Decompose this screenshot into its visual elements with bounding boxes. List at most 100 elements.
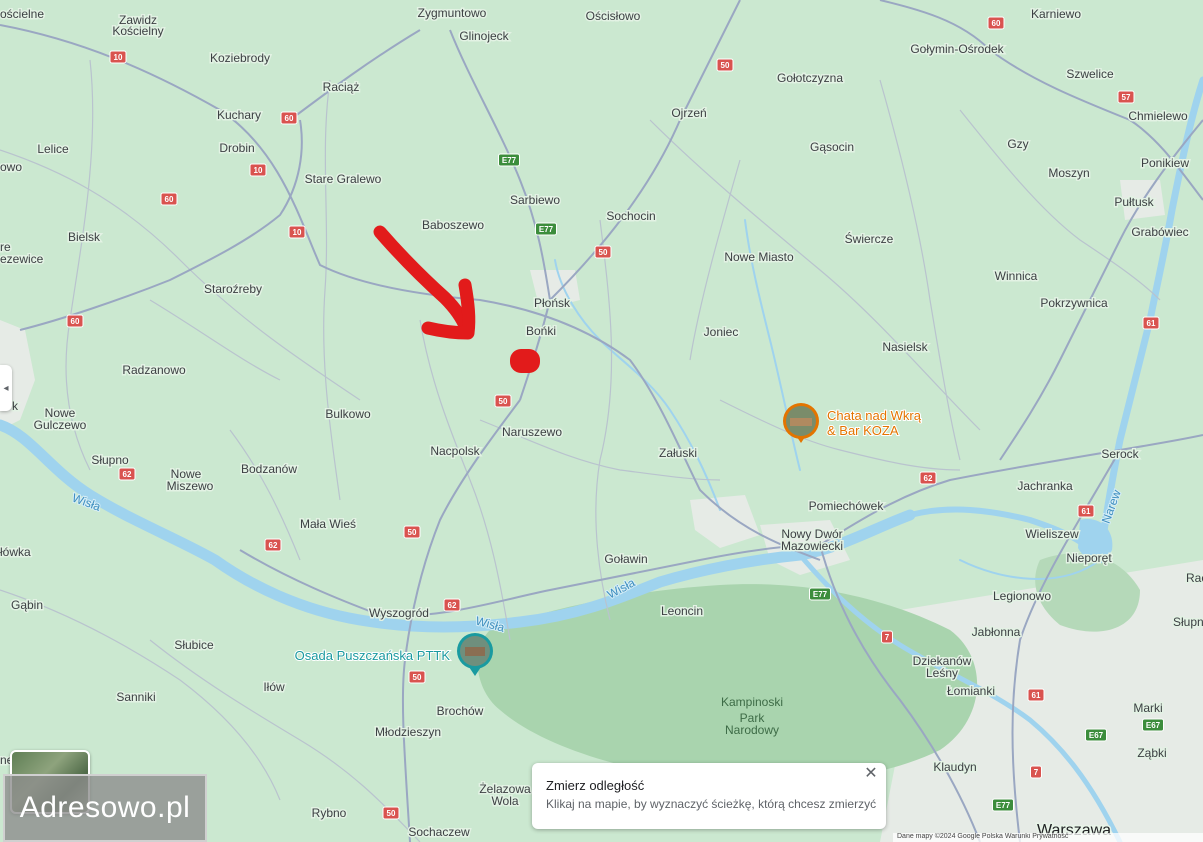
place-label-baboszewo[interactable]: Baboszewo (420, 217, 485, 234)
place-label-pokrzywnica[interactable]: Pokrzywnica (1039, 295, 1110, 312)
place-label-jablonna[interactable]: Jabłonna (970, 624, 1022, 641)
place-label-kuchary[interactable]: Kuchary (215, 107, 262, 124)
chevron-left-icon: ◂ (3, 382, 9, 394)
poi-chata-label-line2[interactable]: & Bar KOZA (826, 422, 900, 439)
road-shield-e2: E77 (535, 222, 557, 236)
place-label-slupn[interactable]: Słupn (1172, 614, 1203, 631)
place-label-klaudyn[interactable]: Klaudyn (932, 759, 978, 776)
road-shield-label: 50 (721, 61, 730, 70)
place-label-grabowiec[interactable]: Grabówiec (1130, 224, 1190, 241)
place-label-zelazowa2[interactable]: Wola (490, 793, 520, 810)
place-label-zabki[interactable]: Ząbki (1136, 745, 1168, 762)
place-label-nieporet[interactable]: Nieporęt (1065, 550, 1114, 567)
place-label-gasocin[interactable]: Gąsocin (808, 139, 855, 156)
place-label-starozreby[interactable]: Staroźreby (202, 281, 263, 298)
place-label-raciaz[interactable]: Raciąż (321, 79, 361, 96)
place-label-radzanowo[interactable]: Radzanowo (121, 362, 188, 379)
road-shield-label: 62 (448, 601, 457, 610)
place-label-nowy_dwor2[interactable]: Mazowiecki (779, 538, 844, 555)
place-label-re[interactable]: re (0, 239, 12, 256)
place-label-drobin[interactable]: Drobin (218, 140, 256, 157)
place-label-bonki[interactable]: Bońki (524, 323, 557, 340)
place-label-serock[interactable]: Serock (1100, 446, 1141, 463)
place-label-koziebrody[interactable]: Koziebrody (208, 50, 271, 67)
place-label-wieliszew[interactable]: Wieliszew (1024, 526, 1081, 543)
place-label-lomianki[interactable]: Łomianki (945, 683, 996, 700)
road-shield-s11: 62 (118, 467, 136, 481)
place-label-marki[interactable]: Marki (1132, 700, 1164, 717)
place-label-lowka[interactable]: łówka (0, 544, 33, 561)
place-label-brochow[interactable]: Brochów (435, 703, 485, 720)
place-label-swiercze[interactable]: Świercze (843, 230, 895, 248)
place-label-nacpolsk[interactable]: Nacpolsk (429, 443, 482, 460)
place-label-rac[interactable]: Rac (1185, 570, 1203, 587)
place-label-golymin[interactable]: Gołymin-Ośrodek (909, 41, 1006, 58)
place-label-stare_gralewo[interactable]: Stare Gralewo (303, 171, 383, 188)
place-label-zaluski[interactable]: Załuski (657, 445, 698, 462)
place-label-pomiechowek[interactable]: Pomiechówek (807, 498, 886, 515)
place-label-szwelice[interactable]: Szwelice (1065, 66, 1116, 83)
place-label-nowe_miasto[interactable]: Nowe Miasto (723, 249, 796, 266)
place-label-leoncin[interactable]: Leoncin (659, 603, 704, 620)
road-shield-label: E67 (1089, 731, 1104, 740)
place-label-mlodzieszyn[interactable]: Młodzieszyn (373, 724, 442, 741)
place-label-zawidz2[interactable]: Kościelny (111, 23, 165, 40)
place-label-plonsk[interactable]: Płońsk (532, 295, 572, 312)
place-label-pultusk[interactable]: Pułtusk (1113, 194, 1156, 211)
road-shield-label: 10 (114, 53, 123, 62)
place-label-bielsk[interactable]: Bielsk (66, 229, 102, 246)
road-shield-label: 50 (387, 809, 396, 818)
poi-chata-label-line1[interactable]: Chata nad Wkrą (826, 407, 923, 424)
place-label-sanniki[interactable]: Sanniki (115, 689, 157, 706)
place-label-ilow[interactable]: Iłów (262, 679, 287, 696)
place-label-nowe_gulczewo2[interactable]: Gulczewo (32, 417, 88, 434)
road-shield-s16: 57 (1117, 90, 1135, 104)
collapse-panel-button[interactable]: ◂ (0, 365, 12, 411)
place-label-rybno[interactable]: Rybno (310, 805, 348, 822)
place-label-ojrzen[interactable]: Ojrzeń (670, 105, 708, 122)
place-label-naruszewo[interactable]: Naruszewo (500, 424, 563, 441)
place-label-bodzanow[interactable]: Bodzanów (239, 461, 298, 478)
place-label-bulkowo[interactable]: Bulkowo (324, 406, 373, 423)
place-label-legionowo[interactable]: Legionowo (991, 588, 1052, 605)
place-label-lelice[interactable]: Lelice (36, 141, 71, 158)
map-canvas[interactable]: Zygmuntowo Ościsłowo Karniewoościelne Zawid… (0, 0, 1203, 842)
place-label-gzy[interactable]: Gzy (1006, 136, 1030, 153)
place-label-koscielne[interactable]: ościelne (0, 6, 46, 23)
place-label-slupno[interactable]: Słupno (90, 452, 131, 469)
place-label-joniec[interactable]: Joniec (702, 324, 740, 341)
place-label-zygmuntowo[interactable]: Zygmuntowo (416, 5, 488, 22)
place-label-moszyn[interactable]: Moszyn (1047, 165, 1091, 182)
close-icon[interactable]: ✕ (862, 765, 880, 783)
place-label-golawin[interactable]: Goławin (603, 551, 649, 568)
place-label-ezewice[interactable]: ezewice (0, 251, 45, 268)
place-label-golotczyzna[interactable]: Gołotczyzna (775, 70, 844, 87)
poi-osada-label[interactable]: Osada Puszczańska PTTK (294, 647, 452, 664)
place-label-karniewo[interactable]: Karniewo (1029, 6, 1082, 23)
road-shield-label: 57 (1122, 93, 1131, 102)
place-label-slubice[interactable]: Słubice (173, 637, 216, 654)
map-attribution[interactable]: Dane mapy ©2024 Google Polska Warunki Pr… (893, 833, 1203, 842)
measure-title: Zmierz odległość (546, 778, 645, 793)
place-label-winnica[interactable]: Winnica (993, 268, 1039, 285)
road-shield-s15: 60 (987, 16, 1005, 30)
place-label-jachranka[interactable]: Jachranka (1016, 478, 1075, 495)
place-label-chmielewo[interactable]: Chmielewo (1127, 108, 1190, 125)
road-shield-s7: 50 (716, 58, 734, 72)
place-label-k[interactable]: k (11, 398, 21, 415)
road-shield-label: E77 (996, 801, 1011, 810)
place-label-oscislowo[interactable]: Ościsłowo (584, 8, 642, 25)
place-label-sarbiewo[interactable]: Sarbiewo (508, 192, 561, 209)
park-label-line1: Kampinoski (721, 695, 783, 709)
place-label-sochaczew[interactable]: Sochaczew (407, 824, 472, 841)
place-label-gabin[interactable]: Gąbin (9, 597, 44, 614)
place-label-dziekanow2[interactable]: Leśny (924, 665, 959, 682)
place-label-wo[interactable]: owo (0, 159, 24, 176)
place-label-glinojeck[interactable]: Glinojeck (458, 28, 511, 45)
place-label-nasielsk[interactable]: Nasielsk (881, 339, 930, 356)
place-label-ponikiew[interactable]: Ponikiew (1139, 155, 1190, 172)
place-label-mala_wies[interactable]: Mała Wieś (298, 516, 357, 533)
place-label-sochocin[interactable]: Sochocin (605, 208, 657, 225)
place-label-wyszogrod[interactable]: Wyszogród (368, 605, 431, 622)
place-label-nowe_miszewo2[interactable]: Miszewo (165, 478, 215, 495)
